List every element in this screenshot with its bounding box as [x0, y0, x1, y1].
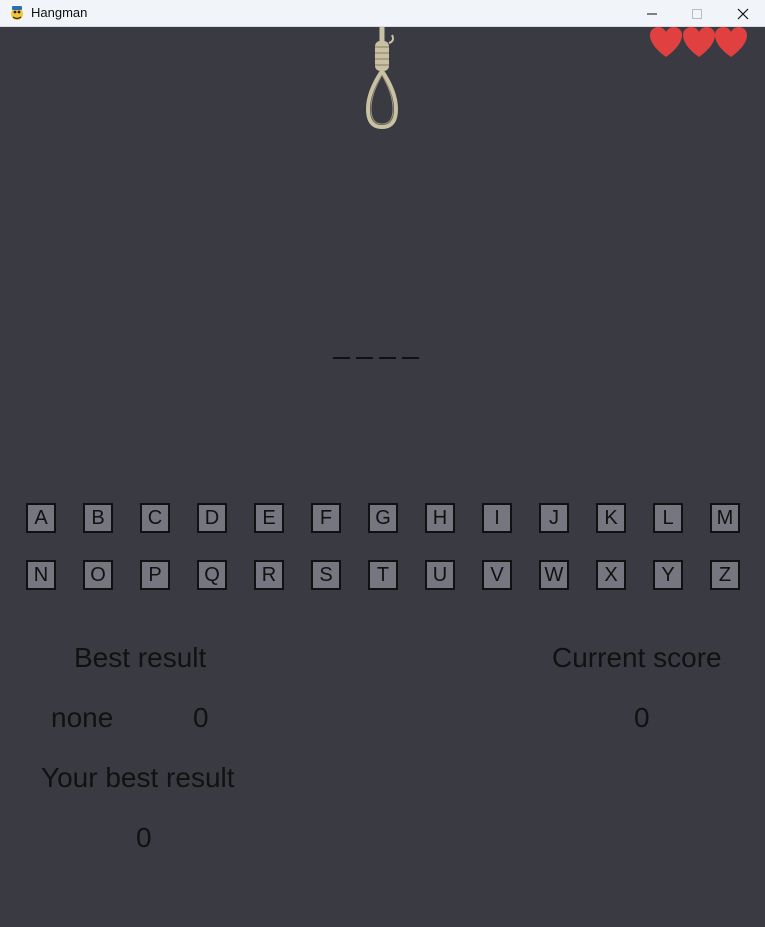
letter-blank — [379, 357, 396, 359]
heart-icon — [650, 27, 682, 57]
letter-key-k[interactable]: K — [596, 503, 626, 533]
letter-key-j[interactable]: J — [539, 503, 569, 533]
minimize-button[interactable] — [629, 0, 675, 27]
maximize-icon — [692, 8, 702, 19]
noose-icon — [365, 27, 399, 129]
letter-key-b[interactable]: B — [83, 503, 113, 533]
best-result-name: none — [51, 702, 114, 733]
close-icon — [737, 8, 749, 19]
letter-key-a[interactable]: A — [26, 503, 56, 533]
current-score-value: 0 — [634, 702, 650, 733]
letter-key-u[interactable]: U — [425, 560, 455, 590]
letter-key-l[interactable]: L — [653, 503, 683, 533]
letter-blank — [333, 357, 350, 359]
close-button[interactable] — [720, 0, 765, 27]
letter-blank — [402, 357, 419, 359]
game-canvas: ABCDEFGHIJKLM NOPQRSTUVWXYZ Best result C… — [0, 27, 765, 927]
letter-key-w[interactable]: W — [539, 560, 569, 590]
letter-key-o[interactable]: O — [83, 560, 113, 590]
lives-hearts — [650, 27, 747, 57]
letter-key-x[interactable]: X — [596, 560, 626, 590]
letter-key-c[interactable]: C — [140, 503, 170, 533]
letter-blank — [356, 357, 373, 359]
letter-key-q[interactable]: Q — [197, 560, 227, 590]
window-title: Hangman — [31, 5, 88, 20]
letter-key-t[interactable]: T — [368, 560, 398, 590]
letter-key-h[interactable]: H — [425, 503, 455, 533]
letter-key-m[interactable]: M — [710, 503, 740, 533]
current-score-label: Current score — [552, 642, 722, 673]
heart-icon — [683, 27, 715, 57]
letter-key-g[interactable]: G — [368, 503, 398, 533]
letter-key-y[interactable]: Y — [653, 560, 683, 590]
letter-key-i[interactable]: I — [482, 503, 512, 533]
letter-key-r[interactable]: R — [254, 560, 284, 590]
letter-key-f[interactable]: F — [311, 503, 341, 533]
maximize-button[interactable] — [674, 0, 720, 27]
minimize-icon — [647, 13, 657, 14]
letter-key-e[interactable]: E — [254, 503, 284, 533]
hidden-word — [333, 345, 433, 365]
best-result-label: Best result — [74, 642, 207, 673]
pygame-snake-icon — [11, 6, 23, 20]
best-result-value: 0 — [193, 702, 209, 733]
your-best-result-value: 0 — [136, 822, 152, 853]
title-bar: Hangman — [0, 0, 765, 27]
letter-key-s[interactable]: S — [311, 560, 341, 590]
your-best-result-label: Your best result — [41, 762, 235, 793]
letter-key-d[interactable]: D — [197, 503, 227, 533]
letter-key-p[interactable]: P — [140, 560, 170, 590]
letter-key-z[interactable]: Z — [710, 560, 740, 590]
letter-key-v[interactable]: V — [482, 560, 512, 590]
letter-key-n[interactable]: N — [26, 560, 56, 590]
heart-icon — [715, 27, 747, 57]
